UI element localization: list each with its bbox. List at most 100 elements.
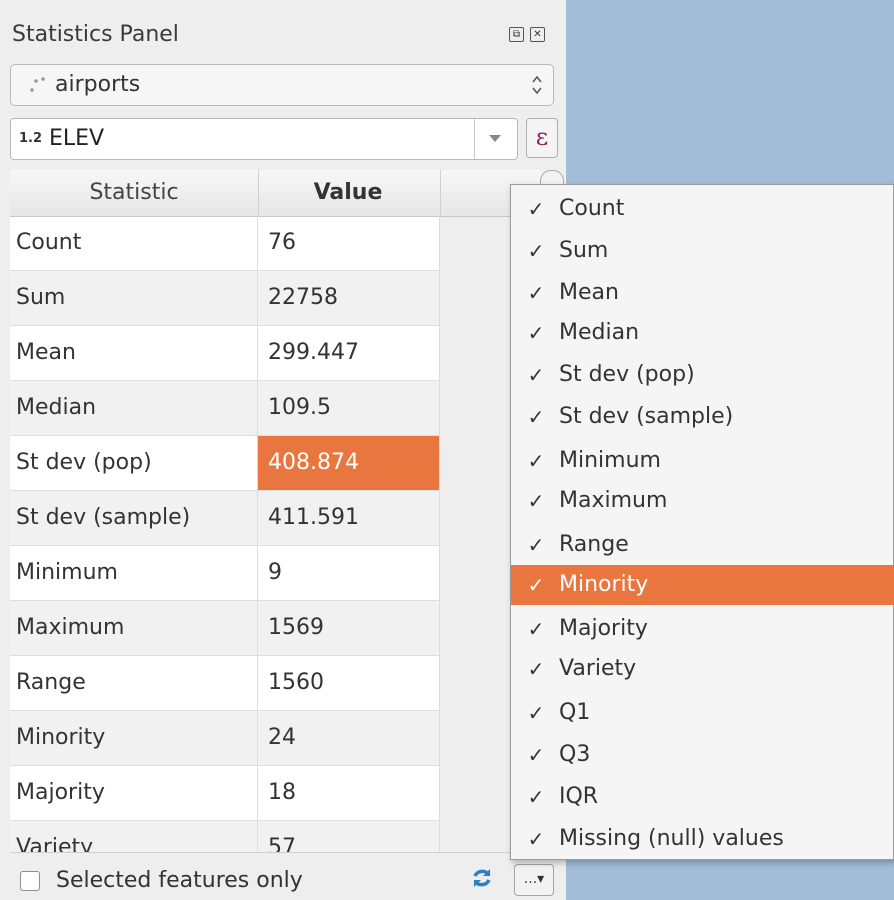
checkmark-icon: ✓: [527, 239, 545, 263]
cell-value[interactable]: 109.5: [258, 381, 440, 435]
table-row[interactable]: Maximum 1569: [10, 601, 440, 656]
menu-item-label: Count: [559, 196, 625, 221]
cell-value[interactable]: 24: [258, 711, 440, 765]
cell-statistic[interactable]: Count: [10, 216, 258, 270]
menu-item[interactable]: ✓ Majority: [511, 609, 894, 649]
menu-item[interactable]: ✓ Q1: [511, 693, 894, 733]
point-layer-icon: [30, 77, 45, 92]
cell-value[interactable]: 76: [258, 216, 440, 270]
menu-item-label: Mean: [559, 280, 619, 305]
cell-value[interactable]: 18: [258, 766, 440, 820]
cell-statistic[interactable]: Maximum: [10, 601, 258, 655]
menu-item-label: Range: [559, 532, 629, 557]
checkmark-icon: ✓: [527, 405, 545, 429]
layer-combo-value: airports: [55, 72, 141, 97]
checkmark-icon: ✓: [527, 573, 545, 597]
cell-statistic[interactable]: Majority: [10, 766, 258, 820]
cell-statistic[interactable]: Mean: [10, 326, 258, 380]
cell-value[interactable]: 408.874: [258, 436, 440, 490]
table-row[interactable]: Range 1560: [10, 656, 440, 711]
cell-statistic[interactable]: Minimum: [10, 546, 258, 600]
menu-item[interactable]: ✓ St dev (pop): [511, 355, 894, 395]
cell-value[interactable]: 57: [258, 821, 440, 852]
menu-item-label: Variety: [559, 656, 637, 681]
cell-statistic[interactable]: Sum: [10, 271, 258, 325]
cell-statistic[interactable]: Variety: [10, 821, 258, 852]
panel-title: Statistics Panel: [12, 22, 179, 47]
footer-divider: [10, 852, 556, 853]
menu-item-label: Maximum: [559, 488, 668, 513]
column-header-statistic[interactable]: Statistic: [10, 170, 259, 216]
table-row[interactable]: Minimum 9: [10, 546, 440, 601]
combo-separator: [474, 119, 475, 159]
menu-item[interactable]: ✓ Missing (null) values: [511, 819, 894, 859]
table-row[interactable]: Mean 299.447: [10, 326, 440, 381]
checkmark-icon: ✓: [527, 785, 545, 809]
menu-item-label: Q1: [559, 700, 591, 725]
close-icon[interactable]: ✕: [530, 27, 545, 42]
menu-item[interactable]: ✓ Range: [511, 525, 894, 565]
table-row[interactable]: Median 109.5: [10, 381, 440, 436]
field-combo-value: ELEV: [49, 126, 105, 151]
table-row[interactable]: St dev (pop) 408.874: [10, 436, 440, 491]
menu-item-label: St dev (pop): [559, 362, 695, 387]
checkmark-icon: ✓: [527, 533, 545, 557]
menu-item[interactable]: ✓ Sum: [511, 231, 894, 271]
field-combo[interactable]: 1.2 ELEV: [10, 118, 518, 160]
table-row[interactable]: St dev (sample) 411.591: [10, 491, 440, 546]
menu-item-label: IQR: [559, 784, 599, 809]
refresh-icon[interactable]: [470, 866, 494, 890]
decimal-field-type-badge: 1.2: [19, 131, 43, 146]
menu-item-label: Q3: [559, 742, 591, 767]
table-row[interactable]: Majority 18: [10, 766, 440, 821]
selected-only-label[interactable]: Selected features only: [56, 868, 303, 893]
cell-value[interactable]: 9: [258, 546, 440, 600]
cell-value[interactable]: 22758: [258, 271, 440, 325]
menu-item[interactable]: ✓ Mean: [511, 273, 894, 313]
statistics-options-button[interactable]: ...▾: [514, 864, 554, 896]
cell-statistic[interactable]: Minority: [10, 711, 258, 765]
menu-item-label: Minimum: [559, 448, 661, 473]
checkmark-icon: ✓: [527, 617, 545, 641]
layer-combo[interactable]: airports: [10, 64, 554, 106]
spin-arrows-icon: [532, 75, 542, 95]
chevron-down-icon[interactable]: [489, 135, 501, 142]
cell-statistic[interactable]: Range: [10, 656, 258, 710]
menu-item[interactable]: ✓ Median: [511, 313, 894, 353]
expression-button[interactable]: ε: [526, 118, 558, 158]
statistics-table[interactable]: Statistic Value Count 76 Sum 22758 Mean 299.4…: [10, 170, 440, 852]
table-row[interactable]: Count 76: [10, 216, 440, 271]
checkmark-icon: ✓: [527, 281, 545, 305]
cell-value[interactable]: 1569: [258, 601, 440, 655]
float-icon[interactable]: ⧉: [509, 27, 524, 42]
menu-item[interactable]: ✓ Maximum: [511, 481, 894, 521]
checkmark-icon: ✓: [527, 449, 545, 473]
checkmark-icon: ✓: [527, 363, 545, 387]
cell-value[interactable]: 1560: [258, 656, 440, 710]
cell-value[interactable]: 299.447: [258, 326, 440, 380]
table-row[interactable]: Minority 24: [10, 711, 440, 766]
menu-item-label: Sum: [559, 238, 609, 263]
checkmark-icon: ✓: [527, 827, 545, 851]
checkmark-icon: ✓: [527, 701, 545, 725]
menu-item[interactable]: ✓ Variety: [511, 649, 894, 689]
menu-item[interactable]: ✓ Q3: [511, 735, 894, 775]
table-row[interactable]: Sum 22758: [10, 271, 440, 326]
checkmark-icon: ✓: [527, 743, 545, 767]
checkmark-icon: ✓: [527, 197, 545, 221]
selected-only-checkbox[interactable]: [20, 871, 40, 891]
table-row[interactable]: Variety 57: [10, 821, 440, 852]
menu-item[interactable]: ✓ IQR: [511, 777, 894, 817]
menu-item[interactable]: ✓ St dev (sample): [511, 397, 894, 437]
menu-item[interactable]: ✓ Minority: [511, 565, 894, 605]
cell-statistic[interactable]: Median: [10, 381, 258, 435]
menu-item[interactable]: ✓ Count: [511, 189, 894, 229]
menu-item-label: Minority: [559, 572, 649, 597]
column-header-value[interactable]: Value: [258, 170, 438, 216]
menu-item[interactable]: ✓ Minimum: [511, 441, 894, 481]
cell-statistic[interactable]: St dev (sample): [10, 491, 258, 545]
menu-item-label: Majority: [559, 616, 648, 641]
cell-statistic[interactable]: St dev (pop): [10, 436, 258, 490]
cell-value[interactable]: 411.591: [258, 491, 440, 545]
checkmark-icon: ✓: [527, 657, 545, 681]
